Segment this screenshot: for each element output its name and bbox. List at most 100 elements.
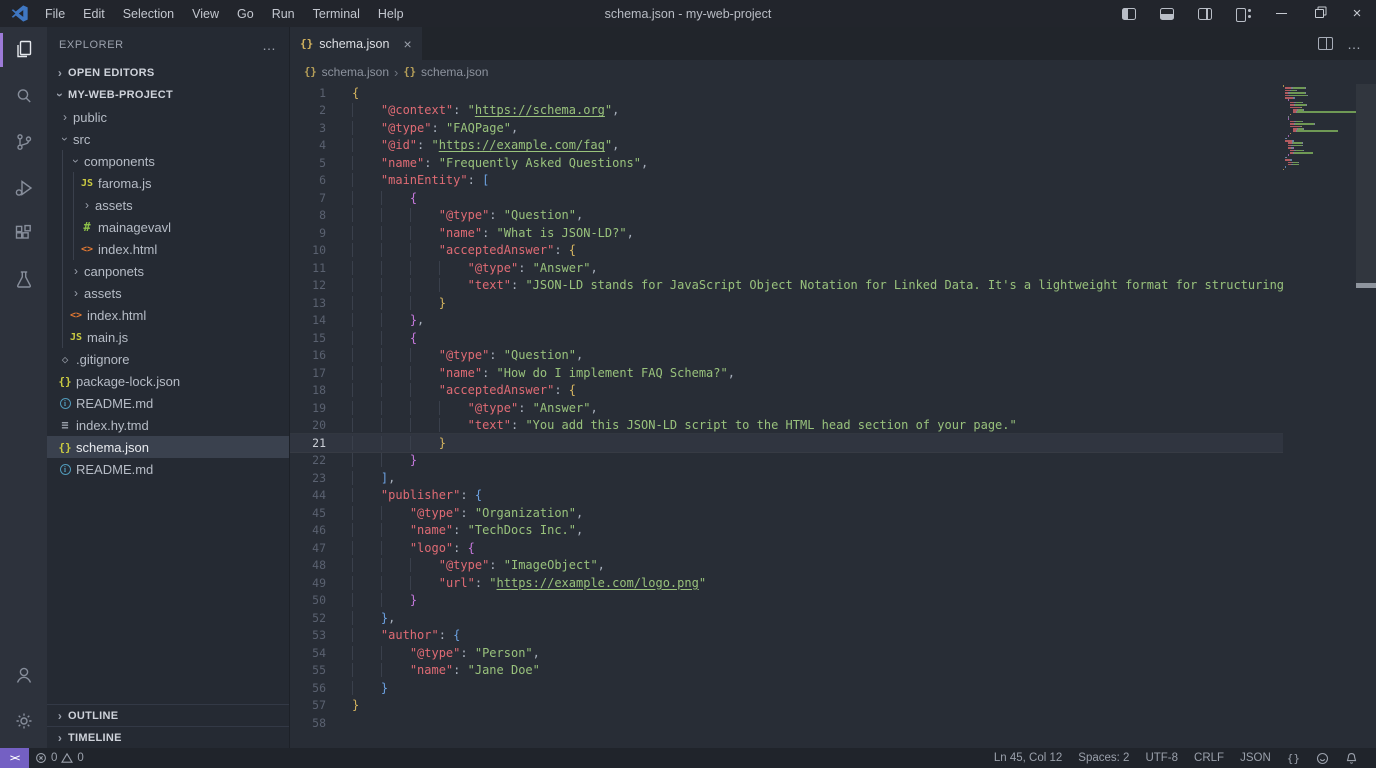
file-main.js[interactable]: JSmain.js: [47, 326, 289, 348]
status-json[interactable]: JSON: [1232, 748, 1279, 768]
code-line-8[interactable]: 8 "@type": "Question",: [290, 207, 1283, 225]
tab-schema-json[interactable]: {} schema.json ×: [290, 27, 422, 60]
code-line-1[interactable]: 1{: [290, 84, 1283, 102]
status-utf-8[interactable]: UTF-8: [1137, 748, 1186, 768]
code-line-44[interactable]: 44 "publisher": {: [290, 487, 1283, 505]
editor-more-actions-icon[interactable]: …: [1347, 36, 1362, 52]
code-line-18[interactable]: 18 "acceptedAnswer": {: [290, 382, 1283, 400]
menu-file[interactable]: File: [36, 0, 74, 27]
language-status-icon[interactable]: {}: [1279, 748, 1308, 768]
code-line-56[interactable]: 56 }: [290, 679, 1283, 697]
menu-selection[interactable]: Selection: [114, 0, 183, 27]
workspace-section[interactable]: MY-WEB-PROJECT: [47, 84, 289, 106]
feedback-icon[interactable]: [1308, 748, 1337, 768]
file-schema.json[interactable]: {}schema.json: [47, 436, 289, 458]
breadcrumb-item[interactable]: schema.json: [421, 65, 488, 79]
file-faroma.js[interactable]: JSfaroma.js: [47, 172, 289, 194]
code-line-53[interactable]: 53 "author": {: [290, 627, 1283, 645]
file-package-lock.json[interactable]: {}package-lock.json: [47, 370, 289, 392]
code-line-57[interactable]: 57}: [290, 697, 1283, 715]
code-line-3[interactable]: 3 "@type": "FAQPage",: [290, 119, 1283, 137]
folder-assets[interactable]: assets: [47, 194, 289, 216]
toggle-panel-icon[interactable]: [1148, 0, 1186, 27]
code-line-14[interactable]: 14 },: [290, 312, 1283, 330]
code-line-12[interactable]: 12 "text": "JSON-LD stands for JavaScrip…: [290, 277, 1283, 295]
run-debug-icon[interactable]: [0, 165, 47, 211]
code-line-9[interactable]: 9 "name": "What is JSON-LD?",: [290, 224, 1283, 242]
code-line-20[interactable]: 20 "text": "You add this JSON-LD script …: [290, 417, 1283, 435]
open-editors-section[interactable]: OPEN EDITORS: [47, 62, 289, 84]
testing-icon[interactable]: [0, 257, 47, 303]
code-line-50[interactable]: 50 }: [290, 592, 1283, 610]
file-.gitignore[interactable]: ◇.gitignore: [47, 348, 289, 370]
code-line-10[interactable]: 10 "acceptedAnswer": {: [290, 242, 1283, 260]
file-index.html[interactable]: <>index.html: [47, 238, 289, 260]
file-index.hy.tmd[interactable]: ≡index.hy.tmd: [47, 414, 289, 436]
code-line-16[interactable]: 16 "@type": "Question",: [290, 347, 1283, 365]
timeline-section[interactable]: TIMELINE: [47, 726, 289, 748]
status-ln[interactable]: Ln 45, Col 12: [986, 748, 1070, 768]
code-line-21[interactable]: 21 }: [290, 434, 1283, 452]
explorer-icon[interactable]: [0, 27, 47, 73]
menu-view[interactable]: View: [183, 0, 228, 27]
split-editor-icon[interactable]: [1318, 37, 1333, 50]
notifications-bell-icon[interactable]: [1337, 748, 1366, 768]
breadcrumb-item[interactable]: schema.json: [322, 65, 389, 79]
file-mainagevavl[interactable]: #mainagevavl: [47, 216, 289, 238]
code-line-46[interactable]: 46 "name": "TechDocs Inc.",: [290, 522, 1283, 540]
menu-terminal[interactable]: Terminal: [304, 0, 369, 27]
tab-close-icon[interactable]: ×: [403, 36, 411, 52]
toggle-secondary-sidebar-icon[interactable]: [1186, 0, 1224, 27]
menu-go[interactable]: Go: [228, 0, 263, 27]
code-line-4[interactable]: 4 "@id": "https://example.com/faq",: [290, 137, 1283, 155]
code-line-22[interactable]: 22 }: [290, 452, 1283, 470]
folder-canponets[interactable]: canponets: [47, 260, 289, 282]
minimize-button[interactable]: [1262, 0, 1300, 27]
folder-public[interactable]: public: [47, 106, 289, 128]
status-crlf[interactable]: CRLF: [1186, 748, 1232, 768]
search-icon[interactable]: [0, 73, 47, 119]
code-line-15[interactable]: 15 {: [290, 329, 1283, 347]
explorer-more-actions-icon[interactable]: …: [262, 37, 277, 53]
scrollbar-thumb-end[interactable]: [1356, 283, 1376, 288]
vertical-scrollbar[interactable]: [1356, 84, 1376, 748]
folder-src[interactable]: src: [47, 128, 289, 150]
code-line-23[interactable]: 23 ],: [290, 469, 1283, 487]
code-line-52[interactable]: 52 },: [290, 609, 1283, 627]
folder-assets[interactable]: assets: [47, 282, 289, 304]
problems-indicator[interactable]: 0 0: [29, 748, 90, 768]
code-line-17[interactable]: 17 "name": "How do I implement FAQ Schem…: [290, 364, 1283, 382]
code-line-54[interactable]: 54 "@type": "Person",: [290, 644, 1283, 662]
settings-icon[interactable]: [0, 698, 47, 744]
file-index.html[interactable]: <>index.html: [47, 304, 289, 326]
code-line-11[interactable]: 11 "@type": "Answer",: [290, 259, 1283, 277]
menu-help[interactable]: Help: [369, 0, 413, 27]
remote-indicator[interactable]: ><: [0, 748, 29, 768]
code-line-58[interactable]: 58: [290, 714, 1283, 732]
scrollbar-thumb[interactable]: [1356, 84, 1376, 287]
code-line-49[interactable]: 49 "url": "https://example.com/logo.png": [290, 574, 1283, 592]
code-line-45[interactable]: 45 "@type": "Organization",: [290, 504, 1283, 522]
customize-layout-icon[interactable]: [1224, 0, 1262, 27]
account-icon[interactable]: [0, 652, 47, 698]
outline-section[interactable]: OUTLINE: [47, 704, 289, 726]
file-readme.md[interactable]: iREADME.md: [47, 458, 289, 480]
code-line-55[interactable]: 55 "name": "Jane Doe": [290, 662, 1283, 680]
status-spaces[interactable]: Spaces: 2: [1070, 748, 1137, 768]
restore-button[interactable]: [1300, 0, 1338, 27]
code-line-47[interactable]: 47 "logo": {: [290, 539, 1283, 557]
menu-run[interactable]: Run: [263, 0, 304, 27]
code-line-19[interactable]: 19 "@type": "Answer",: [290, 399, 1283, 417]
source-control-icon[interactable]: [0, 119, 47, 165]
file-readme.md[interactable]: iREADME.md: [47, 392, 289, 414]
minimap[interactable]: [1283, 85, 1356, 173]
code-line-6[interactable]: 6 "mainEntity": [: [290, 172, 1283, 190]
folder-components[interactable]: components: [47, 150, 289, 172]
menu-edit[interactable]: Edit: [74, 0, 114, 27]
code-line-48[interactable]: 48 "@type": "ImageObject",: [290, 557, 1283, 575]
code-editor[interactable]: 1{2 "@context": "https://schema.org",3 "…: [290, 84, 1376, 748]
code-line-13[interactable]: 13 }: [290, 294, 1283, 312]
extensions-icon[interactable]: [0, 211, 47, 257]
code-line-7[interactable]: 7 {: [290, 189, 1283, 207]
code-line-2[interactable]: 2 "@context": "https://schema.org",: [290, 102, 1283, 120]
